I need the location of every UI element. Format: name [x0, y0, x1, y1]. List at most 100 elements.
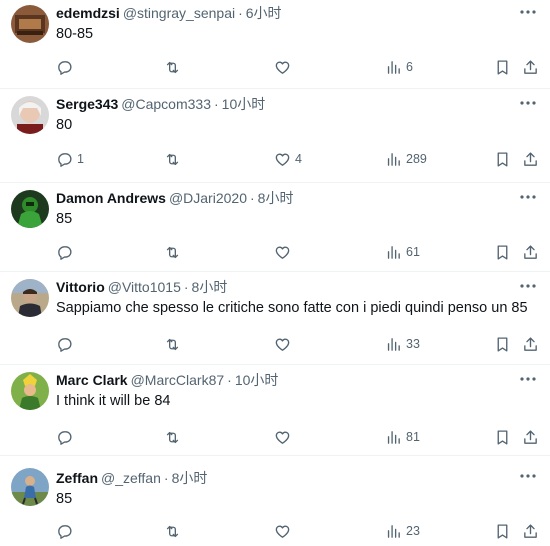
avatar[interactable] [11, 468, 49, 506]
tweet-header: Serge343 @Capcom333 · 10小时 [56, 94, 510, 114]
like-button[interactable] [274, 334, 295, 354]
action-bar: 6 [0, 57, 550, 77]
display-name[interactable]: Damon Andrews [56, 190, 166, 206]
user-handle[interactable]: @Vitto1015 [108, 279, 181, 295]
action-bar: 1 4 289 [0, 149, 550, 169]
user-handle[interactable]: @MarcClark87 [131, 372, 225, 388]
user-handle[interactable]: @DJari2020 [169, 190, 247, 206]
like-button[interactable]: 4 [274, 149, 302, 169]
display-name[interactable]: Serge343 [56, 96, 118, 112]
reply-button[interactable] [56, 521, 77, 541]
bookmark-icon [497, 429, 508, 445]
tweet[interactable]: edemdzsi @stingray_senpai · 6小时 80-85 6 [0, 0, 550, 89]
like-button[interactable] [274, 521, 295, 541]
view-count: 81 [406, 430, 420, 444]
display-name[interactable]: Marc Clark [56, 372, 128, 388]
bookmark-button[interactable] [494, 57, 511, 77]
retweet-button[interactable] [164, 149, 185, 169]
tweet[interactable]: Serge343 @Capcom333 · 10小时 80 1 4 289 [0, 91, 550, 183]
reply-icon [58, 337, 72, 352]
tweet-text: 85 [56, 491, 73, 507]
timestamp[interactable]: 8小时 [172, 470, 208, 486]
tweet-text: I think it will be 84 [56, 393, 171, 409]
more-dots-icon[interactable] [518, 276, 538, 296]
retweet-button[interactable] [164, 521, 185, 541]
more-dots-icon[interactable] [518, 187, 538, 207]
reply-button[interactable] [56, 57, 77, 77]
timestamp[interactable]: 8小时 [192, 279, 228, 295]
user-handle[interactable]: @_zeffan [101, 470, 161, 486]
bookmark-button[interactable] [494, 427, 511, 447]
avatar[interactable] [11, 96, 49, 134]
tweet[interactable]: Marc Clark @MarcClark87 · 10小时 I think it w… [0, 367, 550, 456]
share-button[interactable] [522, 242, 539, 262]
heart-icon [275, 61, 290, 74]
avatar[interactable] [11, 372, 49, 410]
share-button[interactable] [522, 149, 539, 169]
reply-icon [58, 524, 72, 539]
avatar[interactable] [11, 5, 49, 43]
bookmark-button[interactable] [494, 521, 511, 541]
bookmark-button[interactable] [494, 334, 511, 354]
share-button[interactable] [522, 57, 539, 77]
like-button[interactable] [274, 242, 295, 262]
display-name[interactable]: edemdzsi [56, 5, 120, 21]
separator: · [163, 470, 169, 486]
share-button[interactable] [522, 427, 539, 447]
retweet-button[interactable] [164, 242, 185, 262]
user-handle[interactable]: @Capcom333 [121, 96, 211, 112]
bookmark-button[interactable] [494, 242, 511, 262]
timestamp[interactable]: 10小时 [222, 96, 266, 112]
heart-icon [275, 431, 290, 444]
like-count: 4 [295, 152, 302, 166]
more-dots-icon[interactable] [518, 369, 538, 389]
more-dots-icon[interactable] [518, 466, 538, 486]
views-bar-chart-icon [387, 245, 400, 259]
like-button[interactable] [274, 57, 295, 77]
avatar[interactable] [11, 279, 49, 317]
views-button[interactable]: 23 [385, 521, 420, 541]
views-button[interactable]: 6 [385, 57, 413, 77]
more-dots-icon[interactable] [518, 93, 538, 113]
share-button[interactable] [522, 334, 539, 354]
tweet[interactable]: Vittorio @Vitto1015 · 8小时 Sappiamo che spes… [0, 274, 550, 365]
views-bar-chart-icon [387, 337, 400, 351]
more-dots-icon[interactable] [518, 2, 538, 22]
timestamp[interactable]: 6小时 [246, 5, 282, 21]
reply-button[interactable] [56, 334, 77, 354]
reply-button[interactable] [56, 427, 77, 447]
tweet-text: 80 [56, 117, 73, 133]
share-icon [524, 244, 537, 259]
bookmark-icon [497, 59, 508, 75]
like-button[interactable] [274, 427, 295, 447]
tweet[interactable]: Damon Andrews @DJari2020 · 8小时 85 61 [0, 185, 550, 272]
display-name[interactable]: Vittorio [56, 279, 105, 295]
bookmark-button[interactable] [494, 149, 511, 169]
view-count: 33 [406, 337, 420, 351]
separator: · [213, 96, 219, 112]
views-button[interactable]: 61 [385, 242, 420, 262]
retweet-button[interactable] [164, 57, 185, 77]
avatar[interactable] [11, 190, 49, 228]
reply-button[interactable]: 1 [56, 149, 84, 169]
views-button[interactable]: 289 [385, 149, 427, 169]
retweet-icon [166, 338, 179, 350]
tweet-text: 85 [56, 211, 73, 227]
reply-button[interactable] [56, 242, 77, 262]
retweet-icon [166, 246, 179, 258]
retweet-icon [166, 61, 179, 73]
share-button[interactable] [522, 521, 539, 541]
timestamp[interactable]: 10小时 [235, 372, 279, 388]
retweet-button[interactable] [164, 427, 185, 447]
display-name[interactable]: Zeffan [56, 470, 98, 486]
user-handle[interactable]: @stingray_senpai [123, 5, 235, 21]
retweet-button[interactable] [164, 334, 185, 354]
timestamp[interactable]: 8小时 [258, 190, 294, 206]
tweet[interactable]: Zeffan @_zeffan · 8小时 85 23 [0, 458, 550, 546]
share-icon [524, 523, 537, 538]
views-button[interactable]: 33 [385, 334, 420, 354]
view-count: 61 [406, 245, 420, 259]
action-bar: 81 [0, 427, 550, 447]
views-button[interactable]: 81 [385, 427, 420, 447]
heart-icon [275, 338, 290, 351]
